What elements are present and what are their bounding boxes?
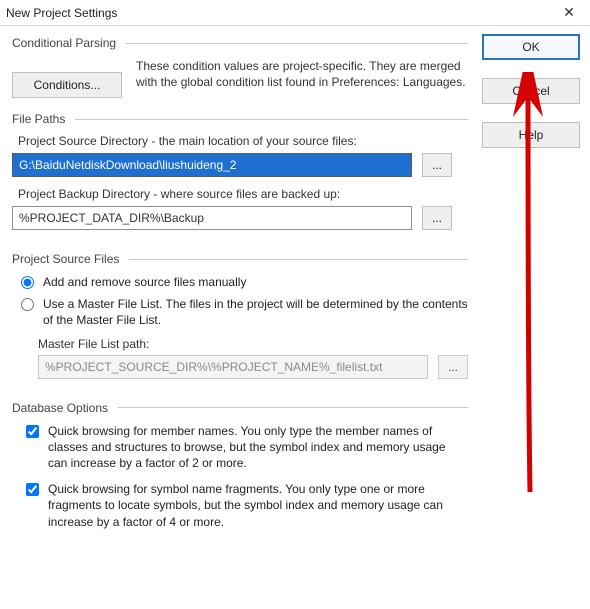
section-database-options: Database Options bbox=[12, 401, 468, 415]
section-label: File Paths bbox=[12, 112, 65, 126]
source-dir-input[interactable] bbox=[12, 153, 412, 177]
radio-master[interactable] bbox=[21, 298, 34, 311]
window-title: New Project Settings bbox=[6, 6, 554, 20]
section-project-source-files: Project Source Files bbox=[12, 252, 468, 266]
radio-master-row[interactable]: Use a Master File List. The files in the… bbox=[16, 296, 468, 328]
backup-dir-label: Project Backup Directory - where source … bbox=[18, 187, 468, 201]
master-file-list-label: Master File List path: bbox=[38, 337, 468, 351]
cancel-button[interactable]: Cancel bbox=[482, 78, 580, 104]
checkbox-quick-fragments-row[interactable]: Quick browsing for symbol name fragments… bbox=[22, 481, 468, 530]
section-rule bbox=[75, 119, 468, 120]
section-file-paths: File Paths bbox=[12, 112, 468, 126]
ok-button[interactable]: OK bbox=[482, 34, 580, 60]
checkbox-quick-fragments-label: Quick browsing for symbol name fragments… bbox=[48, 481, 468, 530]
checkbox-quick-members-label: Quick browsing for member names. You onl… bbox=[48, 423, 468, 472]
section-label: Project Source Files bbox=[12, 252, 119, 266]
backup-dir-input[interactable] bbox=[12, 206, 412, 230]
radio-manual-row[interactable]: Add and remove source files manually bbox=[16, 274, 468, 290]
section-label: Conditional Parsing bbox=[12, 36, 116, 50]
checkbox-quick-fragments[interactable] bbox=[26, 483, 39, 496]
help-button[interactable]: Help bbox=[482, 122, 580, 148]
master-file-list-input bbox=[38, 355, 428, 379]
section-conditional-parsing: Conditional Parsing bbox=[12, 36, 468, 50]
conditional-parsing-description: These condition values are project-speci… bbox=[136, 58, 468, 90]
section-rule bbox=[129, 259, 468, 260]
section-rule bbox=[126, 43, 468, 44]
conditions-button[interactable]: Conditions... bbox=[12, 72, 122, 98]
section-rule bbox=[118, 407, 468, 408]
browse-backup-dir-button[interactable]: ... bbox=[422, 206, 452, 230]
radio-manual-label: Add and remove source files manually bbox=[43, 274, 468, 290]
radio-master-label: Use a Master File List. The files in the… bbox=[43, 296, 468, 328]
radio-manual[interactable] bbox=[21, 276, 34, 289]
browse-master-file-button: ... bbox=[438, 355, 468, 379]
checkbox-quick-members-row[interactable]: Quick browsing for member names. You onl… bbox=[22, 423, 468, 472]
checkbox-quick-members[interactable] bbox=[26, 425, 39, 438]
browse-source-dir-button[interactable]: ... bbox=[422, 153, 452, 177]
title-bar: New Project Settings ✕ bbox=[0, 0, 590, 26]
source-dir-label: Project Source Directory - the main loca… bbox=[18, 134, 468, 148]
section-label: Database Options bbox=[12, 401, 108, 415]
close-icon[interactable]: ✕ bbox=[554, 2, 584, 24]
dialog-button-column: OK Cancel Help bbox=[482, 34, 580, 148]
